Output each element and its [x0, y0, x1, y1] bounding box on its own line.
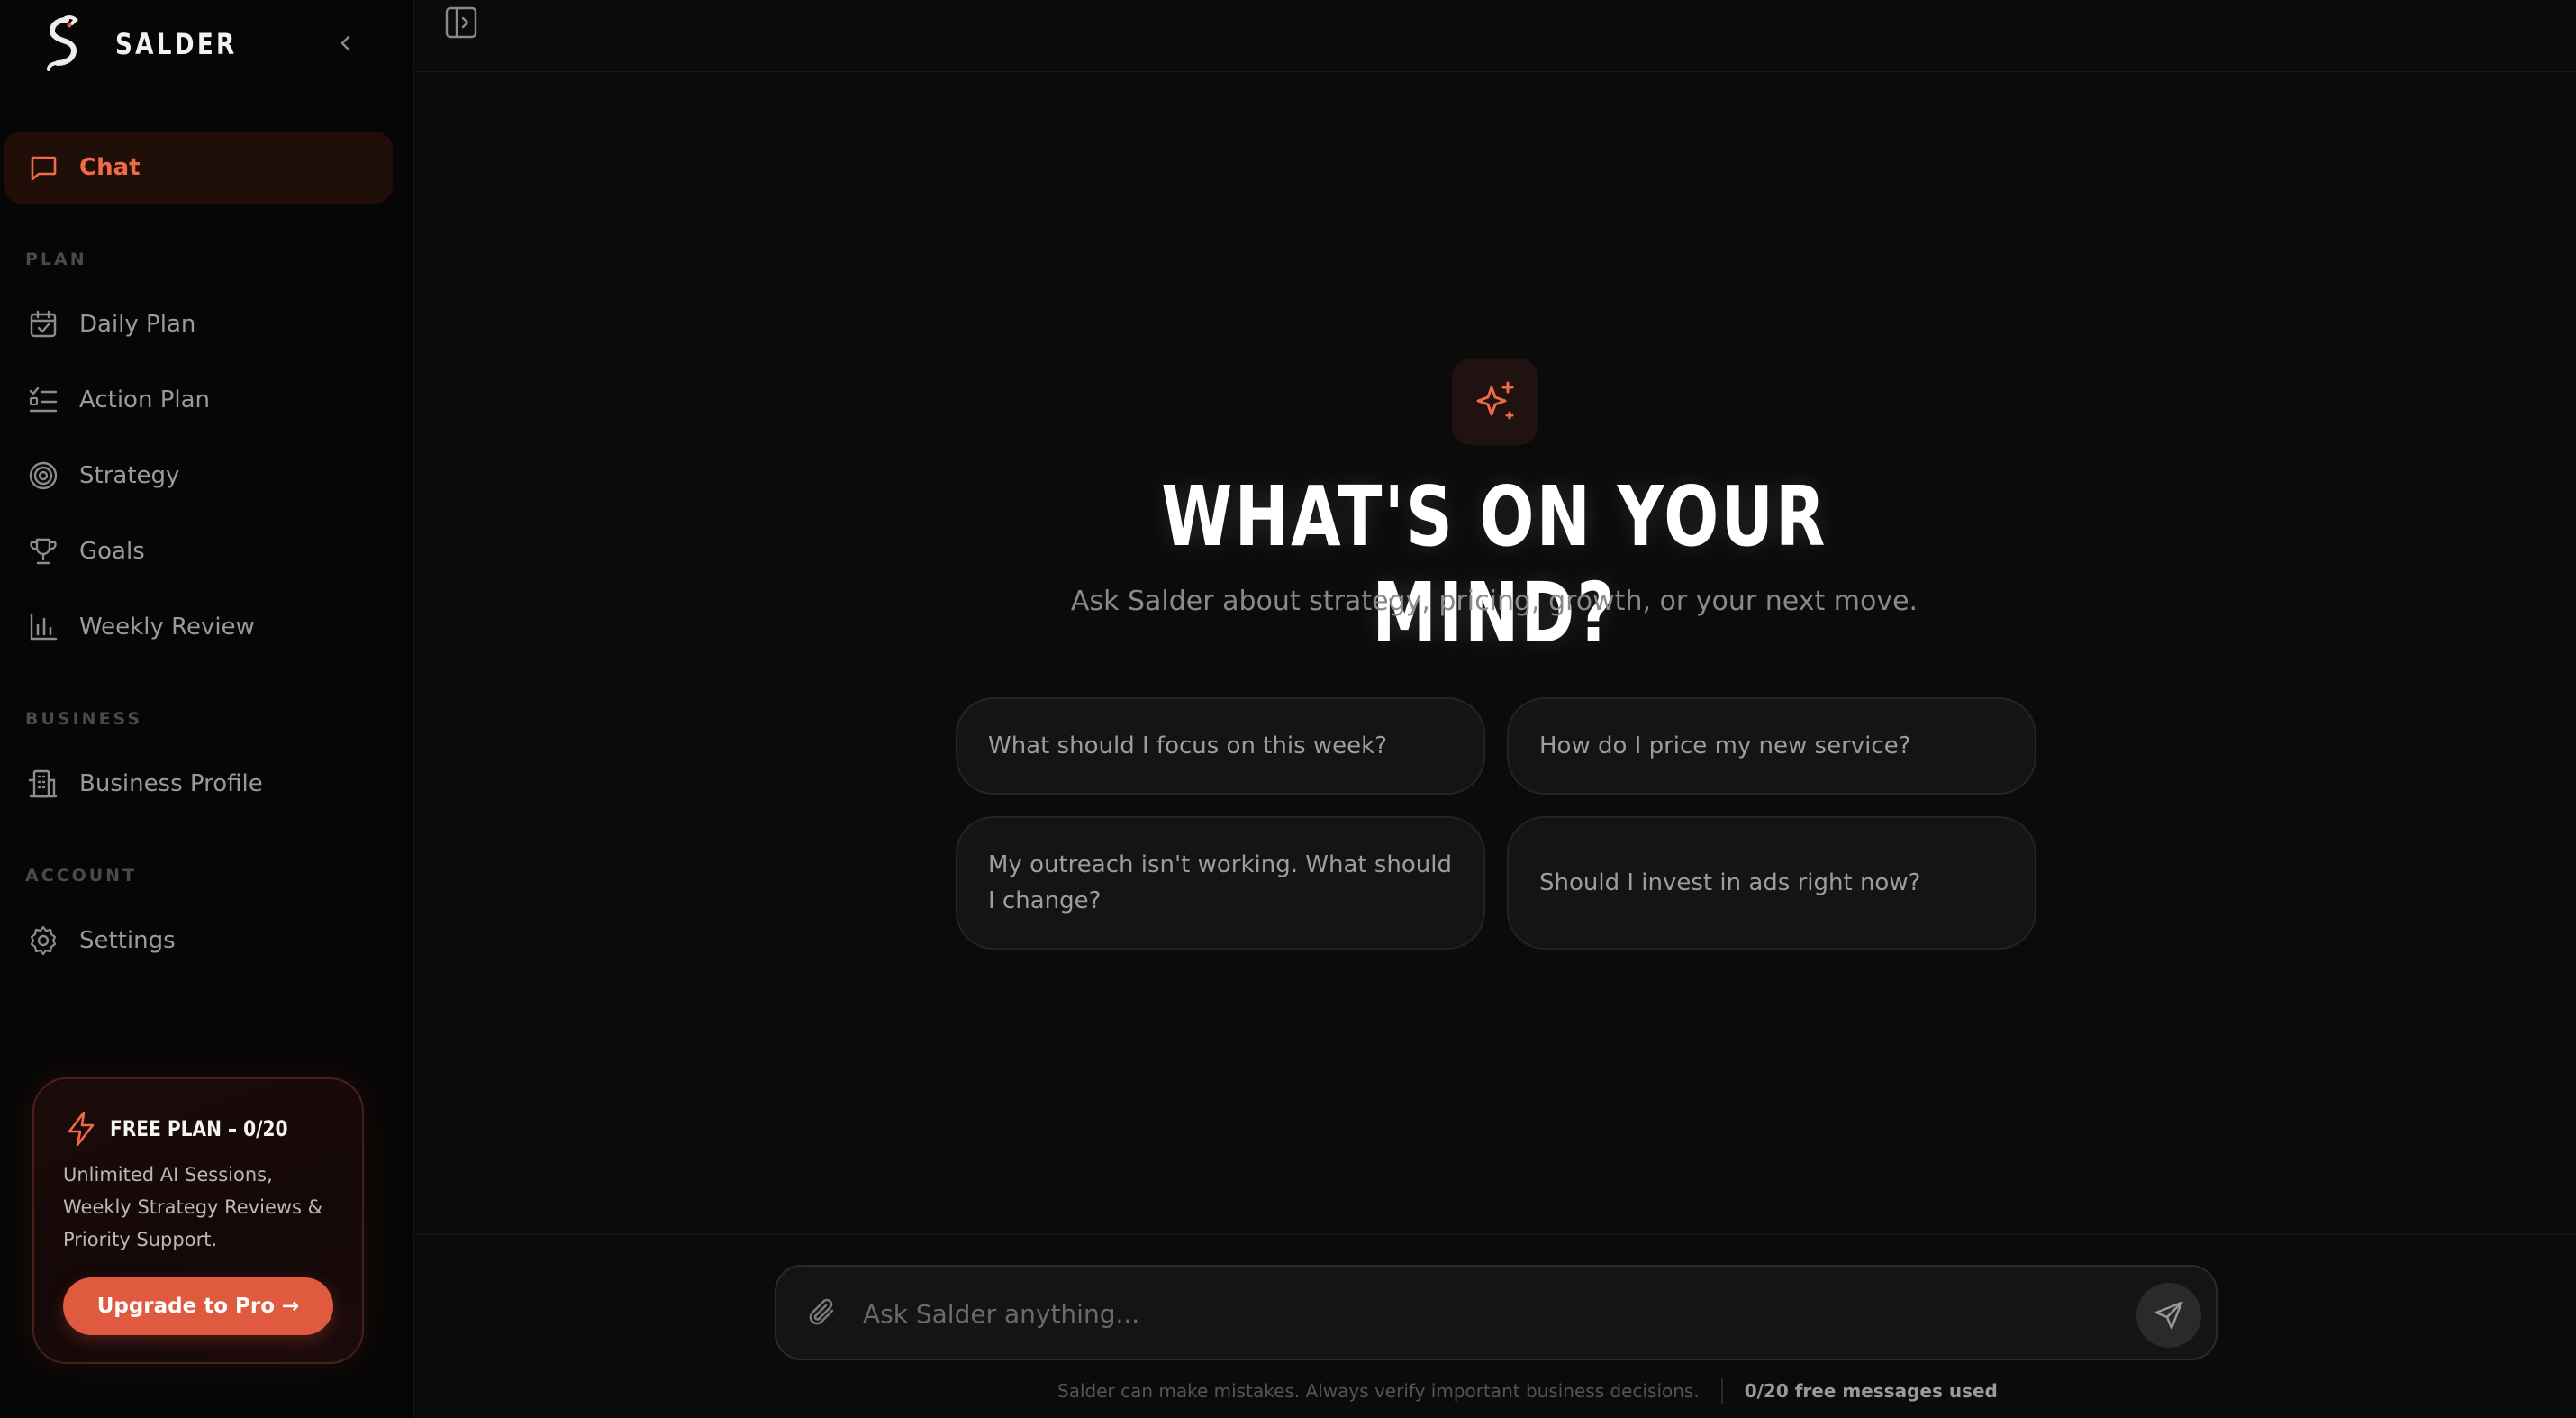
section-label-account: ACCOUNT — [25, 866, 138, 886]
building-icon — [25, 766, 61, 802]
free-plan-card: FREE PLAN – 0/20 Unlimited AI Sessions, … — [32, 1077, 364, 1364]
plan-card-title: FREE PLAN – 0/20 — [110, 1116, 288, 1141]
upgrade-to-pro-button[interactable]: Upgrade to Pro → — [63, 1277, 333, 1335]
hero-subtitle: Ask Salder about strategy, pricing, grow… — [1070, 586, 1918, 617]
brand-name: SALDER — [115, 27, 238, 61]
nav-label-chat: Chat — [79, 154, 141, 181]
chat-bubble-icon — [25, 150, 61, 186]
paperclip-icon — [809, 1298, 834, 1325]
sidebar-panel-icon — [445, 6, 477, 39]
collapse-sidebar-button[interactable] — [330, 27, 362, 59]
nav-item-action-plan[interactable]: Action Plan — [4, 364, 393, 436]
nav-label-action-plan: Action Plan — [79, 386, 211, 414]
nav-label-daily-plan: Daily Plan — [79, 311, 196, 338]
plan-card-header: FREE PLAN – 0/20 — [65, 1110, 322, 1148]
sidebar: SALDER Chat PLAN Daily Plan Action Plan … — [0, 0, 414, 1418]
message-composer — [775, 1265, 2218, 1360]
gear-icon — [25, 923, 61, 959]
suggestion-chip[interactable]: What should I focus on this week? — [956, 697, 1485, 795]
message-usage-counter: 0/20 free messages used — [1744, 1380, 1998, 1402]
lightning-icon — [68, 1111, 95, 1147]
nav-item-settings[interactable]: Settings — [4, 904, 393, 977]
nav-item-chat[interactable]: Chat — [4, 132, 393, 204]
footer: Salder can make mistakes. Always verify … — [1057, 1378, 1998, 1404]
send-button[interactable] — [2136, 1283, 2201, 1348]
footer-divider — [1720, 1378, 1723, 1404]
bar-chart-icon — [25, 609, 61, 645]
list-checks-icon — [25, 382, 61, 418]
hero-title: WHAT'S ON YOUR MIND? — [1161, 468, 1828, 661]
salder-logo-icon — [47, 15, 78, 71]
nav-item-strategy[interactable]: Strategy — [4, 440, 393, 512]
nav-item-goals[interactable]: Goals — [4, 515, 393, 587]
message-input[interactable] — [863, 1292, 1989, 1335]
nav-label-goals: Goals — [79, 538, 145, 565]
toggle-panel-button[interactable] — [444, 5, 478, 40]
nav-item-business-profile[interactable]: Business Profile — [4, 748, 393, 820]
section-label-business: BUSINESS — [25, 709, 143, 729]
nav-item-daily-plan[interactable]: Daily Plan — [4, 288, 393, 360]
send-icon — [2154, 1301, 2183, 1330]
chevron-left-icon — [340, 35, 350, 51]
calendar-check-icon — [25, 306, 61, 342]
brand[interactable]: SALDER — [36, 13, 264, 76]
nav-label-strategy: Strategy — [79, 462, 180, 489]
suggestion-chip[interactable]: Should I invest in ads right now? — [1507, 816, 2036, 950]
suggestion-chip[interactable]: How do I price my new service? — [1507, 697, 2036, 795]
hero-badge — [1452, 359, 1538, 445]
attach-button[interactable] — [803, 1294, 843, 1333]
sparkles-icon — [1476, 381, 1514, 420]
target-icon — [25, 458, 61, 494]
section-label-plan: PLAN — [25, 250, 87, 269]
plan-card-description: Unlimited AI Sessions, Weekly Strategy R… — [63, 1164, 323, 1250]
suggestion-chip[interactable]: My outreach isn't working. What should I… — [956, 816, 1485, 950]
nav-label-business-profile: Business Profile — [79, 770, 263, 797]
nav-label-settings: Settings — [79, 927, 176, 954]
nav-label-weekly-review: Weekly Review — [79, 614, 255, 641]
top-bar — [415, 0, 2576, 72]
trophy-icon — [25, 533, 61, 569]
footer-disclaimer: Salder can make mistakes. Always verify … — [1057, 1380, 1700, 1402]
nav-item-weekly-review[interactable]: Weekly Review — [4, 591, 393, 663]
